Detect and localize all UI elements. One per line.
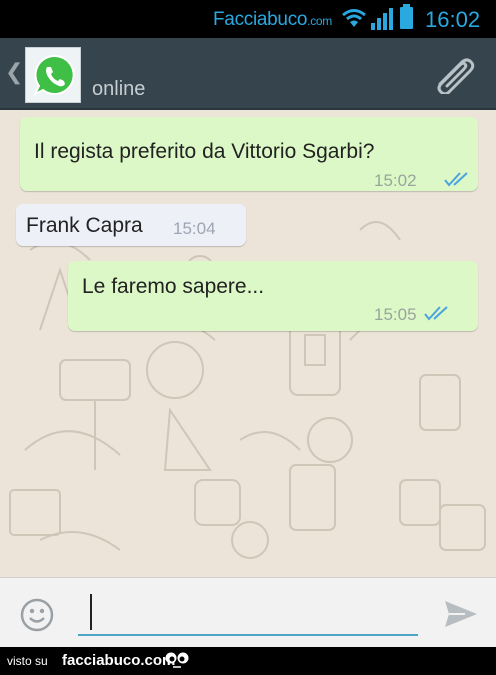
message-input[interactable] <box>78 590 418 636</box>
brand-name: Facciabuco <box>213 9 308 30</box>
message-bubble-incoming[interactable]: Frank Capra 15:04 <box>16 204 246 246</box>
message-text: Il regista preferito da Vittorio Sgarbi? <box>34 140 375 163</box>
contact-avatar[interactable] <box>25 47 81 103</box>
signal-icon <box>371 8 393 30</box>
send-icon[interactable] <box>443 599 479 629</box>
status-time: 16:02 <box>425 7 481 32</box>
contact-status: online <box>92 78 146 100</box>
double-check-icon <box>424 306 448 321</box>
chevron-left-icon[interactable]: ❮ <box>5 60 23 85</box>
footer-prefix: visto su <box>7 654 48 668</box>
battery-icon <box>400 4 413 29</box>
message-time: 15:02 <box>374 171 417 190</box>
composer-bar <box>0 577 496 647</box>
brand-domain: .com <box>307 14 332 28</box>
message-text: Frank Capra <box>26 214 143 237</box>
text-caret <box>90 594 92 630</box>
watermark-footer: visto su facciabuco.com <box>0 647 496 675</box>
message-bubble-outgoing[interactable]: Il regista preferito da Vittorio Sgarbi?… <box>20 117 478 191</box>
message-text: Le faremo sapere... <box>82 275 265 298</box>
smiley-icon[interactable] <box>20 598 54 632</box>
status-brand: Facciabuco.com <box>213 9 332 31</box>
double-check-icon <box>444 172 468 187</box>
eyes-logo-icon <box>165 652 189 668</box>
paperclip-icon[interactable] <box>430 54 478 94</box>
chat-area[interactable]: Il regista preferito da Vittorio Sgarbi?… <box>0 110 496 577</box>
wifi-icon <box>342 9 366 27</box>
message-time: 15:05 <box>374 305 417 324</box>
footer-brand: facciabuco.com <box>62 652 176 669</box>
chat-header: ❮ online <box>0 38 496 110</box>
whatsapp-logo-icon <box>32 54 75 97</box>
message-bubble-outgoing[interactable]: Le faremo sapere... 15:05 <box>68 261 478 331</box>
message-time: 15:04 <box>173 219 216 238</box>
status-bar: Facciabuco.com 16:02 <box>0 0 496 38</box>
